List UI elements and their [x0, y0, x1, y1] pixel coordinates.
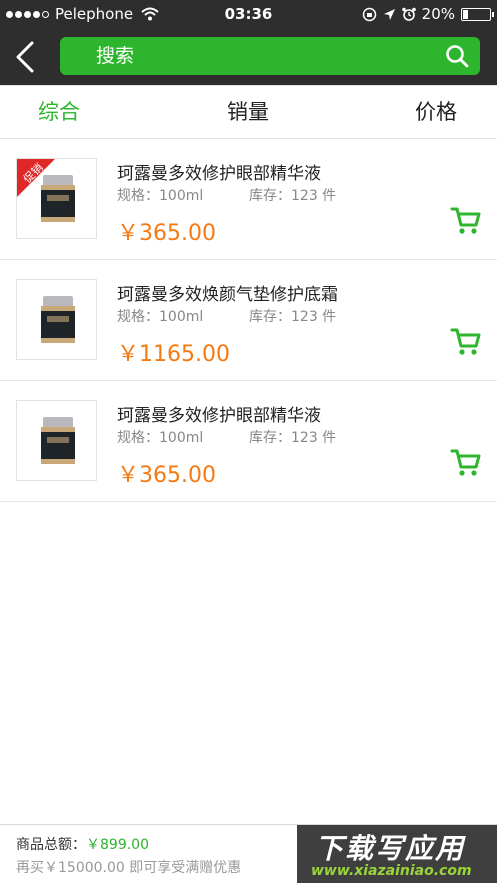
product-item[interactable]: 促销 珂露曼多效修护眼部精华液 规格：100ml 库存：123 件 ￥365.0…: [0, 139, 497, 260]
total-amount: ￥899.00: [86, 837, 149, 853]
product-price: ￥365.00: [117, 221, 216, 246]
rotation-lock-icon: [362, 7, 376, 21]
product-stock: 库存：123 件: [249, 430, 337, 446]
location-icon: [383, 8, 395, 20]
promo-hint: 再买￥15000.00 即可享受满赠优惠: [16, 860, 242, 876]
total-row: 商品总额：￥899.00: [16, 834, 149, 854]
product-item[interactable]: 珂露曼多效焕颜气垫修护底霜 规格：100ml 库存：123 件 ￥1165.00: [0, 260, 497, 381]
battery-level: [463, 9, 469, 19]
cream-jar-icon: [41, 296, 75, 343]
product-spec: 规格：100ml: [117, 430, 204, 446]
battery-icon: [461, 7, 494, 21]
watermark-title: 下载写应用: [315, 832, 466, 865]
product-image: [16, 279, 97, 360]
status-right: 20%: [362, 0, 494, 28]
tab-overall[interactable]: 综合: [38, 86, 80, 138]
chevron-left-icon: [16, 41, 34, 73]
app-header: 搜索: [0, 28, 497, 85]
watermark-url: www.xiazainiao.com: [311, 863, 472, 879]
alarm-icon: [401, 7, 416, 21]
add-to-cart-icon[interactable]: [450, 205, 482, 237]
sort-tabs: 综合 销量 价格: [0, 85, 497, 139]
product-price: ￥365.00: [117, 463, 216, 488]
product-price: ￥1165.00: [117, 342, 230, 367]
product-stock: 库存：123 件: [249, 309, 337, 325]
status-bar: Pelephone 03:36 20%: [0, 0, 497, 28]
product-spec: 规格：100ml: [117, 188, 204, 204]
tab-sales[interactable]: 销量: [227, 86, 269, 138]
product-image: 促销: [16, 158, 97, 239]
add-to-cart-icon[interactable]: [450, 326, 482, 358]
add-to-cart-icon[interactable]: [450, 447, 482, 479]
product-image: [16, 400, 97, 481]
tab-price[interactable]: 价格: [415, 86, 457, 138]
product-name: 珂露曼多效修护眼部精华液: [117, 406, 321, 426]
battery-percent: 20%: [421, 5, 455, 23]
product-item[interactable]: 珂露曼多效修护眼部精华液 规格：100ml 库存：123 件 ￥365.00: [0, 381, 497, 502]
total-label: 商品总额：: [16, 837, 86, 853]
search-placeholder: 搜索: [96, 45, 135, 67]
watermark-logo: 下载写应用 www.xiazainiao.com: [297, 825, 497, 883]
back-button[interactable]: [10, 38, 42, 76]
product-stock: 库存：123 件: [249, 188, 337, 204]
product-name: 珂露曼多效修护眼部精华液: [117, 164, 321, 184]
search-icon[interactable]: [444, 43, 470, 69]
product-spec: 规格：100ml: [117, 309, 204, 325]
product-name: 珂露曼多效焕颜气垫修护底霜: [117, 285, 338, 305]
cart-summary-bar: 商品总额：￥899.00 再买￥15000.00 即可享受满赠优惠 下载写应用 …: [0, 824, 497, 883]
search-input[interactable]: 搜索: [60, 37, 480, 75]
cream-jar-icon: [41, 417, 75, 464]
